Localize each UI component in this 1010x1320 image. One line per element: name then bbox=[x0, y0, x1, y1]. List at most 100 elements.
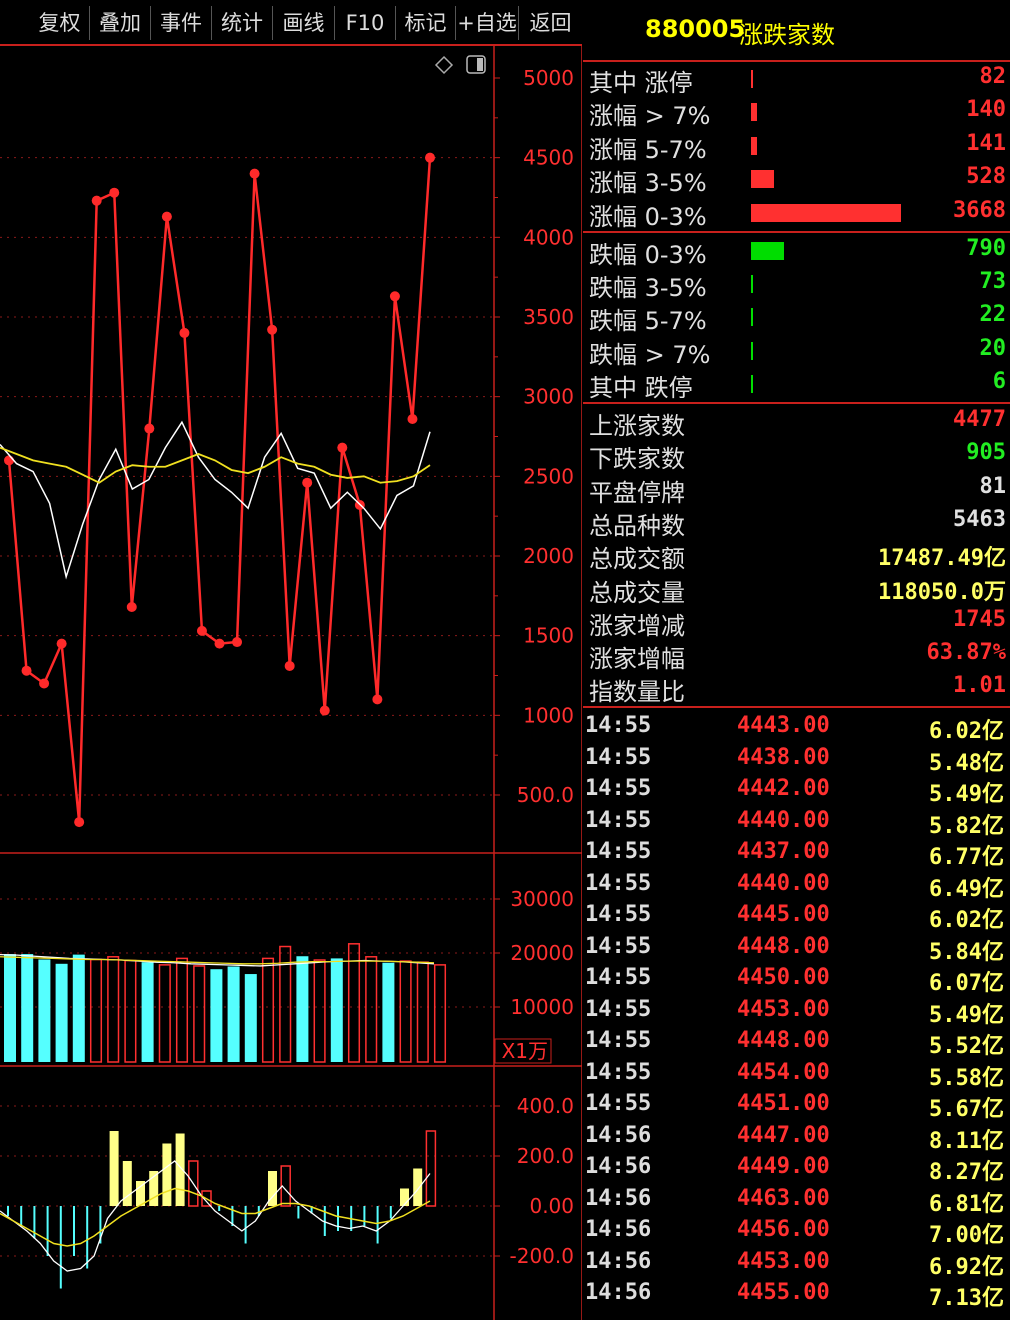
y-tick-label: 1000 bbox=[523, 703, 574, 727]
data-point bbox=[337, 442, 348, 453]
tick-price: 4448.00 bbox=[737, 1028, 830, 1053]
volume-bar bbox=[433, 964, 447, 1063]
tick-price: 4455.00 bbox=[737, 1280, 830, 1305]
row-label: 涨幅 3-5% bbox=[589, 169, 707, 198]
volume-bar bbox=[72, 954, 85, 1062]
tick-price: 4451.00 bbox=[737, 1091, 830, 1116]
chart-canvas[interactable]: 5000 4500 4000 3500 3000 2500 2000 1500 1000 500.… bbox=[0, 46, 582, 1320]
volume-bar bbox=[313, 959, 326, 1063]
tick-price: 4440.00 bbox=[737, 807, 830, 833]
tick-row: 14:55 4437.00 6.77亿 bbox=[583, 838, 1010, 870]
row-value: 1745 bbox=[953, 606, 1006, 632]
row-value: 5463 bbox=[953, 506, 1006, 532]
data-point bbox=[319, 705, 330, 716]
series-line bbox=[0, 420, 431, 580]
tick-time: 14:56 bbox=[585, 1248, 652, 1274]
row-label: 总成交额 bbox=[589, 545, 685, 574]
tick-price: 4447.00 bbox=[737, 1122, 830, 1148]
toolbar-statistics-button[interactable]: 统计 bbox=[212, 6, 273, 40]
tick-amount: 6.92亿 bbox=[929, 1254, 1004, 1280]
data-point bbox=[91, 195, 102, 206]
series-line bbox=[0, 446, 431, 484]
data-point bbox=[302, 477, 313, 488]
down-distribution-row: 跌幅 5-7% 22 bbox=[583, 301, 1010, 335]
tick-amount: 6.02亿 bbox=[929, 719, 1004, 744]
row-label: 跌幅 > 7% bbox=[589, 340, 711, 369]
down-distribution-row: 跌幅 0-3% 790 bbox=[583, 235, 1010, 269]
y-tick-label: 20000 bbox=[510, 941, 574, 965]
toolbar-add-watchlist-button[interactable]: +自选 bbox=[456, 6, 519, 40]
volume-bar bbox=[416, 961, 429, 1063]
macd-bar bbox=[400, 1188, 409, 1206]
data-point bbox=[21, 665, 32, 676]
tick-amount: 5.82亿 bbox=[929, 813, 1004, 839]
tick-time: 14:56 bbox=[585, 1280, 652, 1305]
volume-bar bbox=[227, 966, 240, 1062]
toolbar-restore-rights-button[interactable]: 复权 bbox=[30, 6, 90, 40]
row-value: 73 bbox=[979, 269, 1007, 295]
tick-time: 14:55 bbox=[585, 713, 652, 738]
volume-bar bbox=[38, 959, 51, 1062]
toolbar-mark-button[interactable]: 标记 bbox=[396, 6, 456, 40]
y-tick-label: 200.0 bbox=[517, 1144, 574, 1168]
data-point bbox=[389, 291, 400, 302]
row-label: 跌幅 0-3% bbox=[589, 241, 707, 269]
data-point bbox=[39, 678, 50, 689]
tick-price: 4456.00 bbox=[737, 1217, 830, 1242]
toolbar-overlay-button[interactable]: 叠加 bbox=[90, 6, 151, 40]
toolbar-events-button[interactable]: 事件 bbox=[151, 6, 212, 40]
tick-amount: 5.67亿 bbox=[929, 1097, 1004, 1122]
tick-price: 4453.00 bbox=[737, 1248, 830, 1274]
stat-row: 总成交额 17487.49亿 bbox=[583, 539, 1010, 574]
distribution-bar bbox=[751, 374, 753, 393]
section-divider bbox=[583, 231, 1010, 233]
tick-amount: 5.58亿 bbox=[929, 1065, 1004, 1091]
index-code: 880005 bbox=[645, 15, 746, 43]
tick-row: 14:56 4453.00 6.92亿 bbox=[583, 1248, 1010, 1280]
tick-amount: 6.49亿 bbox=[929, 876, 1004, 902]
data-point bbox=[249, 168, 260, 179]
up-distribution-row: 涨幅 3-5% 528 bbox=[583, 163, 1010, 198]
distribution-bar bbox=[751, 170, 774, 189]
row-value: 141 bbox=[966, 130, 1006, 156]
tick-price: 4448.00 bbox=[737, 933, 830, 959]
distribution-bar bbox=[751, 242, 784, 260]
tick-row: 14:56 4463.00 6.81亿 bbox=[583, 1185, 1010, 1217]
data-point bbox=[284, 660, 295, 671]
tick-time: 14:56 bbox=[585, 1154, 652, 1179]
y-tick-label: 2000 bbox=[523, 544, 574, 568]
y-tick-label: 1500 bbox=[523, 624, 574, 648]
row-value: 118050.0万 bbox=[878, 579, 1006, 605]
y-tick-label: 0.00 bbox=[529, 1194, 574, 1218]
toolbar-f10-button[interactable]: F10 bbox=[335, 6, 396, 40]
data-point bbox=[425, 152, 435, 163]
tick-row: 14:55 4453.00 5.49亿 bbox=[583, 996, 1010, 1028]
row-label: 指数量比 bbox=[589, 678, 685, 707]
tick-row: 14:55 4448.00 5.52亿 bbox=[583, 1027, 1010, 1059]
tick-price: 4463.00 bbox=[737, 1185, 830, 1211]
y-tick-label: 2500 bbox=[523, 464, 574, 488]
tick-row: 14:55 4451.00 5.67亿 bbox=[583, 1090, 1010, 1122]
tick-amount: 5.48亿 bbox=[929, 750, 1004, 776]
tick-price: 4437.00 bbox=[737, 839, 830, 864]
tick-row: 14:55 4443.00 6.02亿 bbox=[583, 712, 1010, 744]
row-value: 20 bbox=[979, 335, 1007, 361]
toolbar-back-button[interactable]: 返回 bbox=[519, 6, 582, 40]
index-name: 涨跌家数 bbox=[739, 21, 835, 49]
data-point bbox=[109, 187, 120, 198]
volume-bar bbox=[210, 969, 223, 1062]
volume-bar bbox=[55, 963, 68, 1062]
tick-amount: 6.81亿 bbox=[929, 1191, 1004, 1217]
toolbar-draw-line-button[interactable]: 画线 bbox=[273, 6, 335, 40]
distribution-bar bbox=[751, 70, 753, 88]
tick-row: 14:55 4448.00 5.84亿 bbox=[583, 933, 1010, 965]
row-label: 上涨家数 bbox=[589, 412, 685, 440]
volume-bar bbox=[382, 962, 395, 1062]
y-tick-label: 4000 bbox=[523, 225, 574, 249]
tick-amount: 7.13亿 bbox=[929, 1286, 1004, 1311]
row-value: 905 bbox=[966, 440, 1006, 466]
data-point bbox=[232, 637, 243, 648]
data-point bbox=[267, 324, 278, 335]
chart-area[interactable]: 5000 4500 4000 3500 3000 2500 2000 1500 1000 500.… bbox=[0, 46, 582, 1320]
tick-price: 4438.00 bbox=[737, 744, 830, 770]
